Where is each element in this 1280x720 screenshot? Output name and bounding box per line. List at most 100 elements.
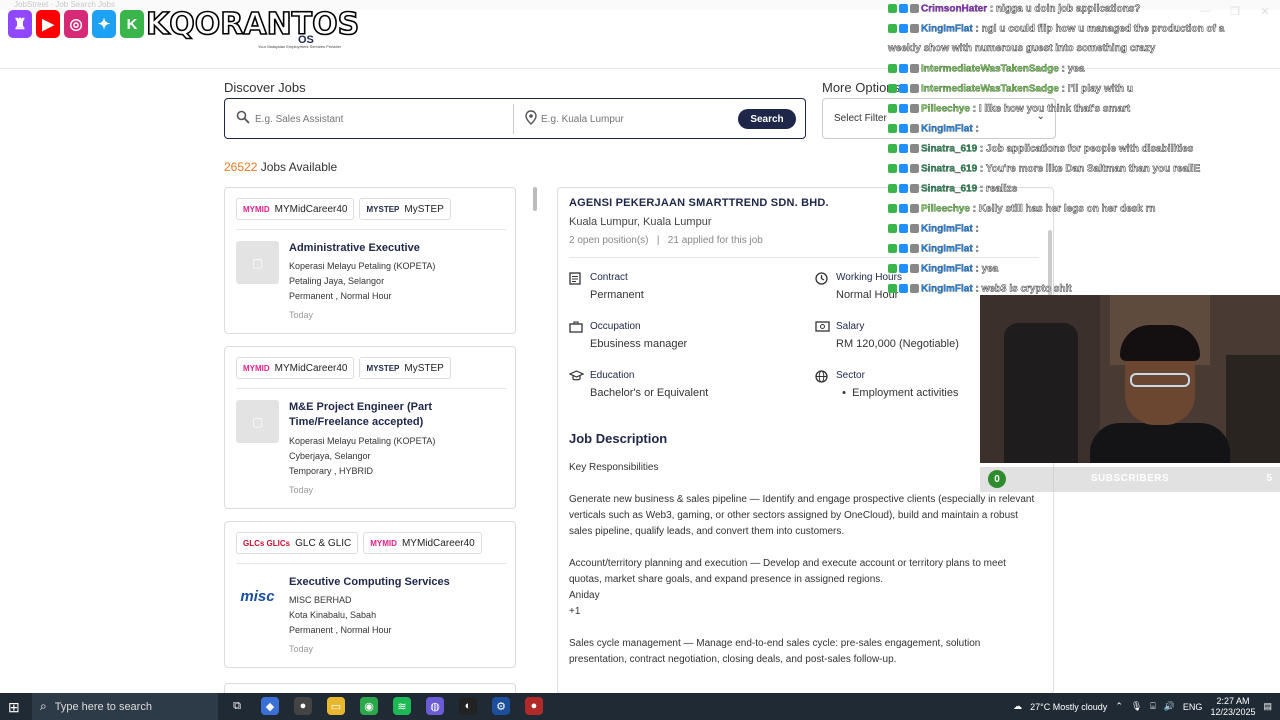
chat-message: Sinatra_619 : Job applications for peopl… xyxy=(888,142,1194,156)
job-card[interactable]: GLCs GLICs GLC & GLIC MYMID MYMidCareer40 … xyxy=(224,521,516,668)
tag-badge: MYMID MYMidCareer40 xyxy=(236,357,355,379)
windows-taskbar: ⊞ ⌕ Type here to search ⧉ ◆ ● ▭ ◉ ≋ ◍ ◐ … xyxy=(0,693,1280,720)
obs-icon[interactable]: ◍ xyxy=(426,697,444,715)
chat-text: ngl u could flip how u managed the produ… xyxy=(981,23,1225,35)
job-title[interactable]: Administrative Executive xyxy=(289,241,499,256)
chat-separator: : xyxy=(987,3,997,15)
chat-text: web3 is crypto shit xyxy=(981,283,1072,295)
info-value: RM 120,000 (Negotiable) xyxy=(836,338,959,350)
task-view-icon[interactable]: ⧉ xyxy=(228,697,246,715)
taskbar-clock[interactable]: 2:27 AM 12/23/2025 xyxy=(1210,696,1255,718)
chat-username[interactable]: Pilleechye xyxy=(921,103,970,114)
maximize-icon[interactable]: ❐ xyxy=(1220,0,1250,22)
github-icon[interactable]: ◐ xyxy=(459,697,477,715)
chat-username[interactable]: IntermediateWasTakenSadge xyxy=(921,63,1059,74)
graduation-cap-icon xyxy=(568,370,585,384)
gaming-chair xyxy=(1004,323,1078,463)
chat-username[interactable]: KingImFlat xyxy=(921,283,973,294)
close-icon[interactable]: ✕ xyxy=(1250,0,1280,22)
chat-username[interactable]: Sinatra_619 xyxy=(921,163,977,174)
steam-icon[interactable]: ⚙ xyxy=(492,697,510,715)
job-description-heading: Job Description xyxy=(569,431,668,446)
chat-username[interactable]: KingImFlat xyxy=(921,243,973,254)
chat-text: nigga u doin job applications? xyxy=(996,3,1141,15)
chat-text: Kelly still has her legs on her desk rn xyxy=(978,203,1156,215)
open-positions: 2 open position(s) xyxy=(569,235,649,246)
notification-icon[interactable]: ▤ xyxy=(1263,701,1272,712)
language-indicator[interactable]: ENG xyxy=(1183,702,1203,712)
chat-username[interactable]: IntermediateWasTakenSadge xyxy=(921,83,1059,94)
brand-logo[interactable]: KQORANTOS xyxy=(145,6,360,43)
chat-username[interactable]: KingImFlat xyxy=(921,23,973,34)
weather-text[interactable]: 27°C Mostly cloudy xyxy=(1030,702,1107,712)
chat-message: IntermediateWasTakenSadge : I'll play wi… xyxy=(888,82,1133,96)
location-pin-icon xyxy=(525,110,537,128)
kick-icon[interactable]: K xyxy=(120,10,144,38)
applied-count: 21 applied for this job xyxy=(667,235,763,246)
chat-username[interactable]: KingImFlat xyxy=(921,223,973,234)
clock-icon xyxy=(815,272,829,286)
stats-separator: | xyxy=(656,235,660,246)
chat-message: KingImFlat : web3 is crypto shit xyxy=(888,282,1072,296)
chat-text: You're more like Dan Saltman than you re… xyxy=(985,163,1201,175)
system-tray: ☁ 27°C Mostly cloudy ⌃ 🎙 ⌸ 🔊 ENG 2:27 AM… xyxy=(1013,693,1272,720)
tag-row: GLCs GLICs GLC & GLIC MYMID MYMidCareer40 xyxy=(236,532,482,554)
volume-icon[interactable]: 🔊 xyxy=(1164,701,1175,712)
mymid-logo-icon: MYMID xyxy=(243,204,270,214)
window-controls: — ❐ ✕ xyxy=(1190,0,1280,22)
chat-badge-icon xyxy=(888,102,921,116)
chat-message: KingImFlat : yea xyxy=(888,262,998,276)
keyword-input[interactable] xyxy=(255,107,505,131)
file-explorer-icon[interactable]: ▭ xyxy=(327,697,345,715)
browser-icon[interactable]: ● xyxy=(294,697,312,715)
tray-chevron-icon[interactable]: ⌃ xyxy=(1115,701,1123,712)
tag-label: MYMidCareer40 xyxy=(401,537,475,549)
brand-tagline: Your Malaysian Employment Services Provi… xyxy=(258,44,341,49)
chat-separator: : xyxy=(1058,63,1068,75)
chrome-icon[interactable]: ◉ xyxy=(360,697,378,715)
job-description-body: Key Responsibilities Generate new busine… xyxy=(569,460,1039,684)
chat-username[interactable]: Sinatra_619 xyxy=(921,143,977,154)
twitter-icon[interactable]: ✦ xyxy=(92,10,116,38)
chat-username[interactable]: CrimsonHater xyxy=(921,3,987,14)
chat-message: KingImFlat : ngl u could flip how u mana… xyxy=(888,22,1225,36)
weather-icon: ☁ xyxy=(1013,701,1023,711)
chat-message: KingImFlat : xyxy=(888,122,979,136)
taskbar-search[interactable]: ⌕ Type here to search xyxy=(32,693,218,720)
chat-username[interactable]: KingImFlat xyxy=(921,123,973,134)
sector-value: Employment activities xyxy=(852,387,959,399)
twitch-icon[interactable]: ♜ xyxy=(8,10,32,38)
job-company: MISC BERHAD xyxy=(289,595,352,605)
chat-text: yea xyxy=(981,263,999,275)
detail-divider xyxy=(569,257,1039,258)
info-value: Ebusiness manager xyxy=(590,338,688,350)
job-title[interactable]: M&E Project Engineer (Part Time/Freelanc… xyxy=(289,400,499,430)
job-list-scrollbar[interactable] xyxy=(533,187,537,211)
copilot-icon[interactable]: ◆ xyxy=(261,697,279,715)
spotify-icon[interactable]: ≋ xyxy=(393,697,411,715)
job-type: Temporary , HYBRID xyxy=(289,466,374,476)
recording-icon[interactable]: ● xyxy=(525,697,543,715)
job-card[interactable]: MYMID MYMidCareer40 MYSTEP MySTEP ▢ M&E Pr… xyxy=(224,346,516,509)
instagram-icon[interactable]: ◎ xyxy=(64,10,88,38)
tag-label: MYMidCareer40 xyxy=(274,203,348,215)
globe-icon xyxy=(815,370,829,384)
windows-start-icon[interactable]: ⊞ xyxy=(8,699,20,716)
minimize-icon[interactable]: — xyxy=(1190,0,1220,22)
network-icon[interactable]: ⌸ xyxy=(1150,701,1155,712)
browser-tab-title[interactable]: JobStreet · Job Search Jobs xyxy=(14,0,115,9)
job-card[interactable]: MYMID MYMidCareer40 MYSTEP MySTEP ▢ Admini… xyxy=(224,187,516,334)
search-button[interactable]: Search xyxy=(738,109,796,129)
chat-username[interactable]: Pilleechye xyxy=(921,203,970,214)
webcam-overlay xyxy=(980,295,1280,463)
youtube-icon[interactable]: ▶ xyxy=(36,10,60,38)
job-title[interactable]: Executive Computing Services xyxy=(289,575,499,590)
chat-username[interactable]: Sinatra_619 xyxy=(921,183,977,194)
location-input[interactable] xyxy=(541,107,731,131)
chat-message: CrimsonHater : nigga u doin job applicat… xyxy=(888,2,1141,16)
chat-username[interactable]: KingImFlat xyxy=(921,263,973,274)
microphone-icon[interactable]: 🎙 xyxy=(1131,701,1142,712)
jobs-count-number: 26522 xyxy=(224,160,258,174)
subscriber-goal-bar: 0 SUBSCRIBERS 5 xyxy=(980,467,1280,492)
info-label: Education xyxy=(590,370,635,381)
